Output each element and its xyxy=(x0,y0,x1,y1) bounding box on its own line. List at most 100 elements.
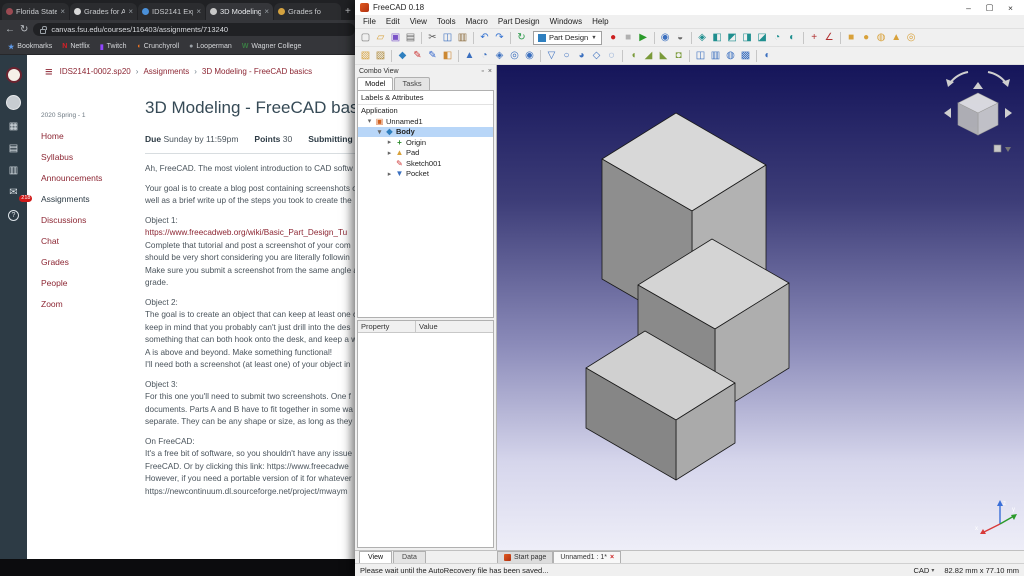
create-group-icon[interactable]: ▨ xyxy=(373,48,388,63)
edit-sketch-icon[interactable]: ✎ xyxy=(425,48,440,63)
create-body-icon[interactable]: ◆ xyxy=(395,48,410,63)
close-panel-icon[interactable]: × xyxy=(488,68,492,75)
tab-unnamed1-document[interactable]: Unnamed1 : 1* × xyxy=(553,551,621,563)
menu-view[interactable]: View xyxy=(405,17,432,26)
redo-icon[interactable]: ↷ xyxy=(492,30,507,45)
tab-close-icon[interactable]: × xyxy=(60,7,65,16)
draft-icon[interactable]: ◣ xyxy=(656,48,671,63)
bookmark-netflix[interactable]: N Netflix xyxy=(62,43,90,50)
sidebar-item-home[interactable]: Home xyxy=(41,131,139,141)
hamburger-icon[interactable]: ≡ xyxy=(45,65,53,78)
copy-icon[interactable]: ◫ xyxy=(440,30,455,45)
caret-icon[interactable]: ▾ xyxy=(366,117,373,125)
mirrored-icon[interactable]: ◫ xyxy=(693,48,708,63)
courses-icon[interactable]: ▤ xyxy=(9,144,18,154)
sidebar-item-discussions[interactable]: Discussions xyxy=(41,215,139,225)
fillet-icon[interactable]: ◖ xyxy=(626,48,641,63)
pocket-icon[interactable]: ▽ xyxy=(544,48,559,63)
browser-tab-florida-state[interactable]: Florida State × xyxy=(2,3,69,20)
tab-start-page[interactable]: Start page xyxy=(497,551,553,563)
body-link[interactable]: https://www.freecadweb.org/wiki/Basic_Pa… xyxy=(145,227,360,240)
help-icon[interactable]: ? xyxy=(8,210,19,221)
draw-style-icon[interactable]: ◒ xyxy=(673,30,688,45)
close-button[interactable]: × xyxy=(1002,3,1019,13)
navigation-style-selector[interactable]: CAD ▾ xyxy=(914,566,935,575)
back-icon[interactable]: ← xyxy=(5,25,15,35)
calendar-icon[interactable]: ▥ xyxy=(9,166,18,176)
create-sketch-icon[interactable]: ✎ xyxy=(410,48,425,63)
refresh-icon[interactable]: ↻ xyxy=(20,25,28,35)
pad-icon[interactable]: ▲ xyxy=(462,48,477,63)
part-torus-icon[interactable]: ◎ xyxy=(904,30,919,45)
rear-view-icon[interactable]: ◪ xyxy=(755,30,770,45)
freecad-title-bar[interactable]: FreeCAD 0.18 – ▢ × xyxy=(355,0,1024,15)
macro-record-icon[interactable]: ● xyxy=(606,30,621,45)
breadcrumb-course[interactable]: IDS2141-0002.sp20 xyxy=(60,67,131,76)
create-part-icon[interactable]: ▧ xyxy=(358,48,373,63)
tree-item-origin[interactable]: ▸ + Origin xyxy=(358,137,493,148)
tab-tasks[interactable]: Tasks xyxy=(394,77,429,90)
menu-part-design[interactable]: Part Design xyxy=(493,17,545,26)
measure-distance-icon[interactable]: + xyxy=(807,30,822,45)
new-tab-button[interactable]: + xyxy=(345,6,351,17)
menu-help[interactable]: Help xyxy=(587,17,613,26)
bookmark-looperman[interactable]: ● Looperman xyxy=(189,43,232,50)
browser-tab-3d-modeling[interactable]: 3D Modeling × xyxy=(206,3,273,20)
sidebar-item-zoom[interactable]: Zoom xyxy=(41,299,139,309)
caret-icon[interactable]: ▾ xyxy=(376,128,383,136)
tab-view[interactable]: View xyxy=(359,551,392,563)
part-sphere-icon[interactable]: ◍ xyxy=(874,30,889,45)
revolution-icon[interactable]: ◔ xyxy=(477,48,492,63)
3d-viewport[interactable]: z y x xyxy=(497,65,1024,550)
top-view-icon[interactable]: ◩ xyxy=(725,30,740,45)
tab-close-icon[interactable]: × xyxy=(264,7,269,16)
tree-root-application[interactable]: Application xyxy=(358,105,493,116)
boolean-operation-icon[interactable]: ◐ xyxy=(760,48,775,63)
macro-play-icon[interactable]: ▶ xyxy=(636,30,651,45)
tree-item-sketch001[interactable]: ✎ Sketch001 xyxy=(358,158,493,169)
undock-icon[interactable]: ▫ xyxy=(481,68,483,75)
tab-close-icon[interactable]: × xyxy=(128,7,133,16)
tab-model[interactable]: Model xyxy=(357,77,393,90)
part-cylinder-icon[interactable]: ● xyxy=(859,30,874,45)
fit-all-icon[interactable]: ◉ xyxy=(658,30,673,45)
fsu-logo[interactable] xyxy=(6,67,22,83)
bookmark-wagner-college[interactable]: W Wagner College xyxy=(242,43,302,50)
browser-tab-grades-2[interactable]: Grades fo xyxy=(274,3,341,20)
left-view-icon[interactable]: ◐ xyxy=(785,30,800,45)
subtractive-loft-icon[interactable]: ◇ xyxy=(589,48,604,63)
polar-pattern-icon[interactable]: ◍ xyxy=(723,48,738,63)
cut-icon[interactable]: ✂ xyxy=(425,30,440,45)
additive-helix-icon[interactable]: ◉ xyxy=(522,48,537,63)
url-bar[interactable]: canvas.fsu.edu/courses/116403/assignment… xyxy=(33,23,355,36)
undo-icon[interactable]: ↶ xyxy=(477,30,492,45)
menu-file[interactable]: File xyxy=(358,17,381,26)
refresh-icon[interactable]: ↻ xyxy=(514,30,529,45)
sidebar-item-syllabus[interactable]: Syllabus xyxy=(41,152,139,162)
minimize-button[interactable]: – xyxy=(960,3,977,13)
tree-item-unnamed1[interactable]: ▾ ▣ Unnamed1 xyxy=(358,116,493,127)
thickness-icon[interactable]: ◘ xyxy=(671,48,686,63)
browser-tab-grades[interactable]: Grades for Ali × xyxy=(70,3,137,20)
open-file-icon[interactable]: ▱ xyxy=(373,30,388,45)
tab-data[interactable]: Data xyxy=(393,551,426,563)
property-list[interactable] xyxy=(358,333,493,547)
workbench-selector[interactable]: Part Design ▼ xyxy=(533,31,602,45)
hole-icon[interactable]: ○ xyxy=(559,48,574,63)
tree-item-pad[interactable]: ▸ ▲ Pad xyxy=(358,148,493,159)
print-icon[interactable]: ▤ xyxy=(403,30,418,45)
caret-icon[interactable]: ▸ xyxy=(386,170,393,178)
measure-angle-icon[interactable]: ∠ xyxy=(822,30,837,45)
tab-close-icon[interactable]: × xyxy=(196,7,201,16)
bookmark-twitch[interactable]: ▮ Twitch xyxy=(100,43,127,51)
multi-transform-icon[interactable]: ▩ xyxy=(738,48,753,63)
chamfer-icon[interactable]: ◢ xyxy=(641,48,656,63)
menu-windows[interactable]: Windows xyxy=(545,17,587,26)
bottom-view-icon[interactable]: ◔ xyxy=(770,30,785,45)
sidebar-item-announcements[interactable]: Announcements xyxy=(41,173,139,183)
close-document-icon[interactable]: × xyxy=(610,553,614,562)
taskbar[interactable] xyxy=(0,559,355,576)
tree-item-pocket[interactable]: ▸ ▼ Pocket xyxy=(358,169,493,180)
part-cone-icon[interactable]: ▲ xyxy=(889,30,904,45)
dashboard-icon[interactable]: ▦ xyxy=(9,122,18,132)
